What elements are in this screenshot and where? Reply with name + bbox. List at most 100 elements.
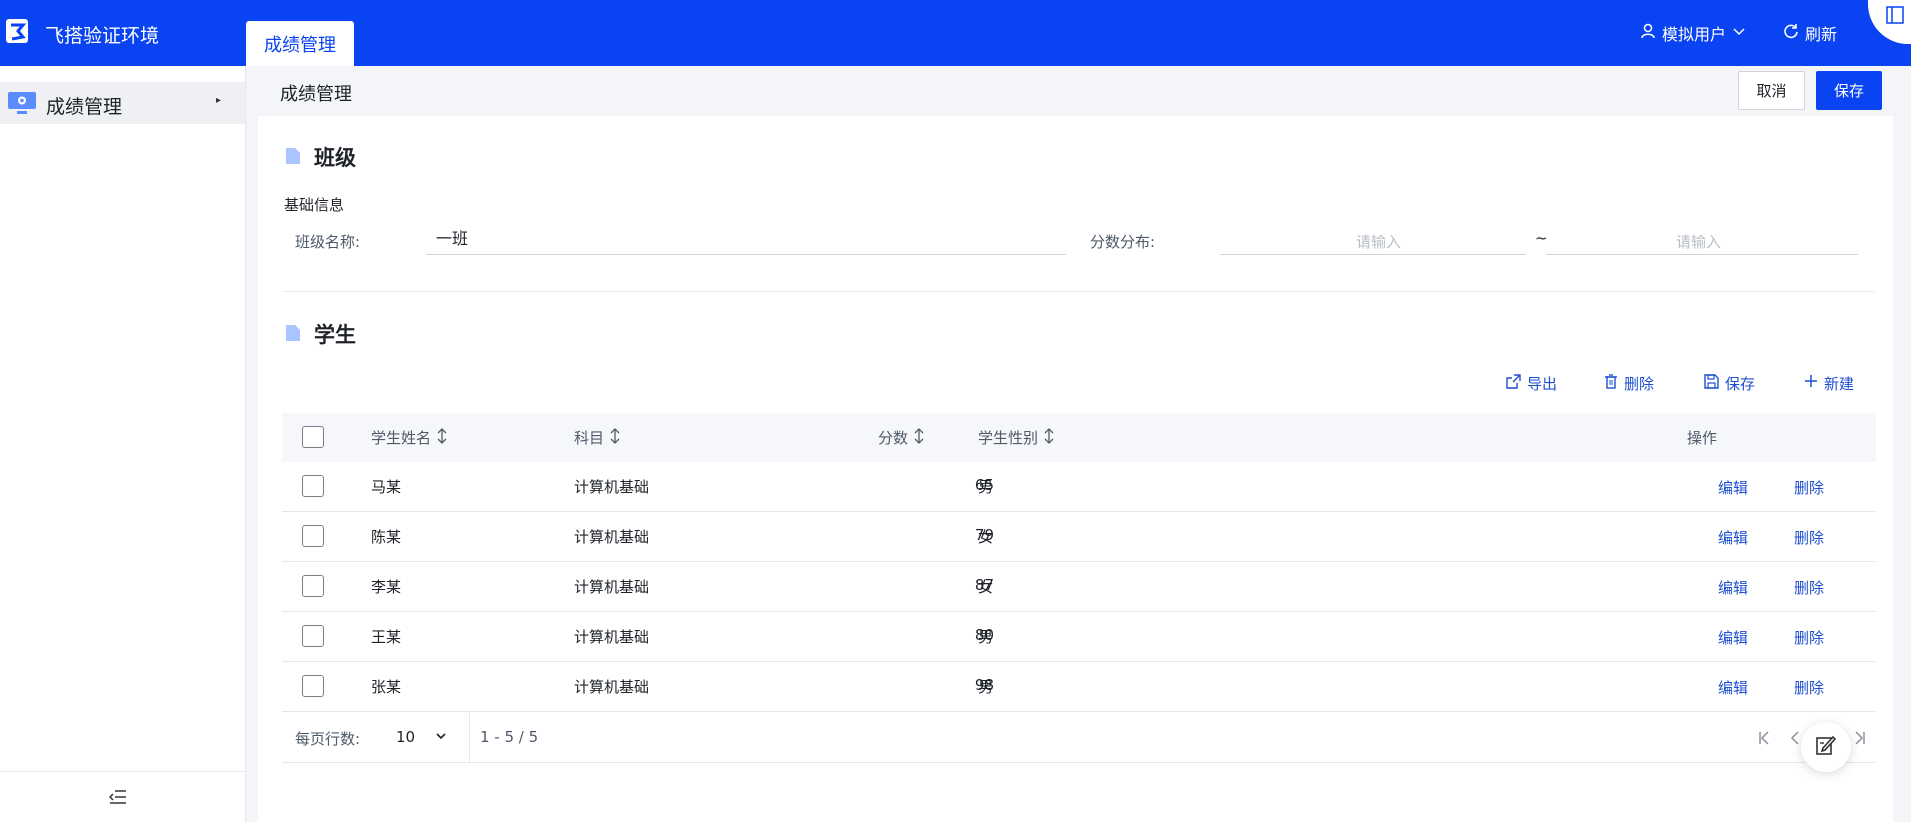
row-delete-link[interactable]: 删除 bbox=[1794, 577, 1824, 598]
table-save-button[interactable]: 保存 bbox=[1704, 372, 1755, 394]
sort-icon bbox=[1043, 427, 1055, 448]
cell-subject: 计算机基础 bbox=[574, 578, 650, 596]
score-range-label: 分数分布: bbox=[1090, 233, 1156, 251]
row-edit-link[interactable]: 编辑 bbox=[1718, 477, 1748, 498]
document-icon bbox=[284, 148, 300, 164]
basic-info-subtitle: 基础信息 bbox=[284, 196, 345, 214]
chevron-down-icon bbox=[435, 728, 447, 746]
row-edit-link[interactable]: 编辑 bbox=[1718, 627, 1748, 648]
cell-name: 王某 bbox=[371, 628, 402, 646]
new-record-button[interactable]: 新建 bbox=[1804, 372, 1854, 394]
student-section-title: 学生 bbox=[314, 323, 356, 347]
row-checkbox[interactable] bbox=[302, 475, 324, 497]
row-checkbox[interactable] bbox=[302, 575, 324, 597]
pagination-range: 1 - 5 / 5 bbox=[480, 728, 539, 746]
column-header-name[interactable]: 学生姓名 bbox=[371, 427, 448, 448]
column-header-score[interactable]: 分数 bbox=[878, 427, 925, 448]
export-icon bbox=[1506, 373, 1521, 393]
column-header-gender[interactable]: 学生性别 bbox=[978, 427, 1055, 448]
main-panel: 班级 基础信息 班级名称: 一班 分数分布: 请输入 ~ 请输入 学生 导出 删… bbox=[258, 116, 1893, 822]
row-edit-link[interactable]: 编辑 bbox=[1718, 677, 1748, 698]
collapse-menu-icon[interactable] bbox=[108, 789, 127, 809]
row-delete-link[interactable]: 删除 bbox=[1794, 527, 1824, 548]
edit-note-icon bbox=[1815, 734, 1837, 760]
sort-icon bbox=[913, 427, 925, 448]
table-row: 陈某 计算机基础 79 女 编辑 删除 bbox=[282, 512, 1876, 562]
export-label: 导出 bbox=[1527, 374, 1558, 393]
table-row: 张某 计算机基础 98 男 编辑 删除 bbox=[282, 662, 1876, 712]
cell-gender: 女 bbox=[978, 578, 994, 596]
batch-delete-button[interactable]: 删除 bbox=[1604, 372, 1654, 394]
trash-icon bbox=[1604, 373, 1618, 393]
class-name-label: 班级名称: bbox=[295, 233, 361, 251]
row-edit-link[interactable]: 编辑 bbox=[1718, 527, 1748, 548]
row-edit-link[interactable]: 编辑 bbox=[1718, 577, 1748, 598]
cell-name: 李某 bbox=[371, 578, 402, 596]
export-button[interactable]: 导出 bbox=[1506, 372, 1557, 394]
table-row: 王某 计算机基础 80 男 编辑 删除 bbox=[282, 612, 1876, 662]
cell-subject: 计算机基础 bbox=[574, 678, 650, 696]
table-header: 学生姓名 科目 分数 学生性别 操作 bbox=[282, 413, 1876, 462]
row-checkbox[interactable] bbox=[302, 625, 324, 647]
section-divider bbox=[282, 291, 1876, 292]
column-subject-label: 科目 bbox=[574, 429, 605, 447]
class-name-input[interactable]: 一班 bbox=[426, 225, 1066, 255]
floppy-disk-icon bbox=[1704, 373, 1719, 393]
row-delete-link[interactable]: 删除 bbox=[1794, 627, 1824, 648]
delete-label: 删除 bbox=[1624, 374, 1655, 393]
rows-per-page-select[interactable]: 10 bbox=[396, 728, 447, 746]
rows-per-page-value: 10 bbox=[396, 728, 416, 746]
rows-per-page-label: 每页行数: bbox=[295, 730, 361, 748]
row-delete-link[interactable]: 删除 bbox=[1794, 477, 1824, 498]
cell-name: 张某 bbox=[371, 678, 402, 696]
sidebar-item-label: 成绩管理 bbox=[46, 96, 123, 118]
first-page-icon[interactable] bbox=[1758, 730, 1770, 749]
user-name: 模拟用户 bbox=[1662, 25, 1727, 44]
edit-note-fab[interactable] bbox=[1801, 722, 1851, 772]
sidebar: 成绩管理 ▸ bbox=[0, 66, 246, 822]
plus-icon bbox=[1804, 374, 1818, 392]
table-row: 李某 计算机基础 87 女 编辑 删除 bbox=[282, 562, 1876, 612]
cell-gender: 女 bbox=[978, 528, 994, 546]
sidebar-item-grade-management[interactable]: 成绩管理 ▸ bbox=[0, 82, 245, 124]
page-header: 成绩管理 取消 保存 bbox=[246, 66, 1911, 116]
chevron-down-icon bbox=[1732, 24, 1746, 43]
cell-gender: 男 bbox=[978, 628, 994, 646]
previous-page-icon[interactable] bbox=[1790, 730, 1800, 749]
caret-right-icon: ▸ bbox=[216, 95, 222, 106]
column-gender-label: 学生性别 bbox=[978, 429, 1039, 447]
refresh-button[interactable]: 刷新 bbox=[1783, 21, 1837, 45]
save-button[interactable]: 保存 bbox=[1816, 71, 1882, 110]
document-icon bbox=[284, 325, 300, 341]
column-name-label: 学生姓名 bbox=[371, 429, 432, 447]
row-checkbox[interactable] bbox=[302, 675, 324, 697]
layout-toggle-button[interactable] bbox=[1868, 0, 1911, 44]
score-max-placeholder: 请输入 bbox=[1676, 233, 1722, 251]
cell-subject: 计算机基础 bbox=[574, 528, 650, 546]
class-section-title: 班级 bbox=[314, 146, 356, 170]
cell-gender: 男 bbox=[978, 678, 994, 696]
select-all-checkbox[interactable] bbox=[302, 426, 324, 448]
new-label: 新建 bbox=[1824, 374, 1855, 393]
row-checkbox[interactable] bbox=[302, 525, 324, 547]
pagination-divider bbox=[469, 713, 470, 763]
cell-name: 陈某 bbox=[371, 528, 402, 546]
row-delete-link[interactable]: 删除 bbox=[1794, 677, 1824, 698]
cancel-button[interactable]: 取消 bbox=[1738, 71, 1805, 110]
column-score-label: 分数 bbox=[878, 429, 909, 447]
user-menu[interactable]: 模拟用户 bbox=[1640, 21, 1746, 45]
refresh-label: 刷新 bbox=[1805, 25, 1838, 44]
tab-grade-management[interactable]: 成绩管理 bbox=[246, 21, 354, 66]
table-row: 马某 计算机基础 65 男 编辑 删除 bbox=[282, 462, 1876, 512]
sidebar-footer bbox=[0, 771, 245, 822]
page-title: 成绩管理 bbox=[280, 84, 352, 105]
app-logo-icon bbox=[6, 17, 30, 45]
last-page-icon[interactable] bbox=[1854, 730, 1866, 749]
top-bar: 飞搭验证环境 成绩管理 模拟用户 刷新 bbox=[0, 0, 1911, 66]
column-header-actions: 操作 bbox=[1687, 429, 1718, 447]
score-min-placeholder: 请输入 bbox=[1356, 233, 1402, 251]
save-label: 保存 bbox=[1725, 374, 1756, 393]
cell-gender: 男 bbox=[978, 478, 994, 496]
column-header-subject[interactable]: 科目 bbox=[574, 427, 621, 448]
refresh-icon bbox=[1783, 23, 1799, 43]
